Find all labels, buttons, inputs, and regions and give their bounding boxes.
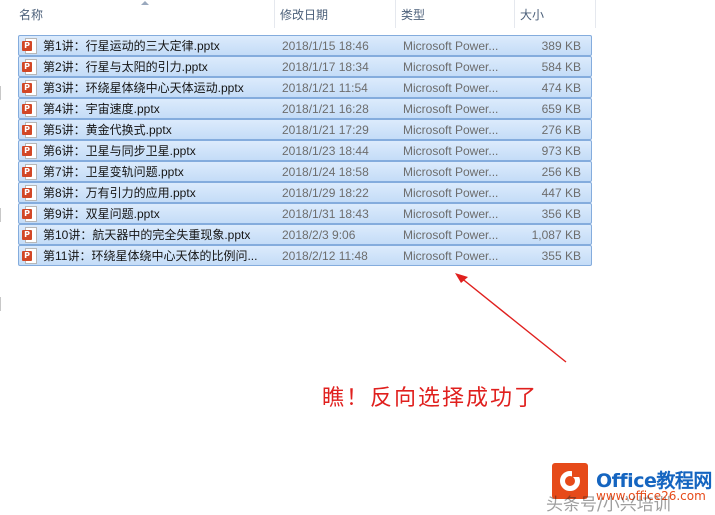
file-size: 355 KB (541, 248, 581, 263)
file-modified-date: 2018/1/21 17:29 (282, 122, 369, 137)
annotation-text: 瞧！反向选择成功了 (322, 386, 539, 411)
nav-pane-edge (0, 208, 3, 222)
file-size: 584 KB (541, 59, 581, 74)
file-type: Microsoft Power... (403, 206, 499, 221)
file-name-cell: P 第9讲：双星问题.pptx (19, 205, 277, 222)
file-name: 第11讲：环绕星体绕中心天体的比例问... (43, 249, 258, 263)
annotation-arrow-icon (455, 273, 567, 363)
column-header-row: 名称 修改日期 类型 大小 (0, 0, 600, 28)
powerpoint-file-icon: P (22, 100, 38, 117)
file-type: Microsoft Power... (403, 248, 499, 263)
file-name: 第7讲：卫星变轨问题.pptx (43, 165, 184, 179)
column-header-date[interactable]: 修改日期 (275, 0, 396, 28)
file-row[interactable]: P 第2讲：行星与太阳的引力.pptx 2018/1/17 18:34 Microso… (18, 56, 592, 77)
file-type: Microsoft Power... (403, 59, 499, 74)
file-type: Microsoft Power... (403, 101, 499, 116)
file-type: Microsoft Power... (403, 227, 499, 242)
file-modified-date: 2018/1/29 18:22 (282, 185, 369, 200)
file-name-cell: P 第1讲：行星运动的三大定律.pptx (19, 37, 277, 54)
file-size: 474 KB (541, 80, 581, 95)
file-name-cell: P 第8讲：万有引力的应用.pptx (19, 184, 277, 201)
file-name: 第9讲：双星问题.pptx (43, 207, 160, 221)
file-size: 356 KB (541, 206, 581, 221)
file-name: 第5讲：黄金代换式.pptx (43, 123, 172, 137)
file-row[interactable]: P 第5讲：黄金代换式.pptx 2018/1/21 17:29 Microsoft … (18, 119, 592, 140)
file-name-cell: P 第6讲：卫星与同步卫星.pptx (19, 142, 277, 159)
powerpoint-file-icon: P (22, 184, 38, 201)
file-modified-date: 2018/2/3 9:06 (282, 227, 356, 242)
file-row[interactable]: P 第6讲：卫星与同步卫星.pptx 2018/1/23 18:44 Microsof… (18, 140, 592, 161)
file-name-cell: P 第2讲：行星与太阳的引力.pptx (19, 58, 277, 75)
file-type: Microsoft Power... (403, 143, 499, 158)
file-modified-date: 2018/1/15 18:46 (282, 38, 369, 53)
file-size: 447 KB (541, 185, 581, 200)
powerpoint-file-icon: P (22, 247, 38, 264)
file-modified-date: 2018/1/24 18:58 (282, 164, 369, 179)
nav-pane-edge (0, 297, 3, 311)
file-row[interactable]: P 第4讲：宇宙速度.pptx 2018/1/21 16:28 Microsoft P… (18, 98, 592, 119)
file-name: 第4讲：宇宙速度.pptx (43, 102, 160, 116)
powerpoint-file-icon: P (22, 226, 38, 243)
powerpoint-file-icon: P (22, 79, 38, 96)
file-name: 第10讲：航天器中的完全失重现象.pptx (43, 228, 251, 242)
file-type: Microsoft Power... (403, 164, 499, 179)
file-modified-date: 2018/2/12 11:48 (282, 248, 368, 263)
file-modified-date: 2018/1/17 18:34 (282, 59, 369, 74)
file-modified-date: 2018/1/23 18:44 (282, 143, 369, 158)
powerpoint-file-icon: P (22, 121, 38, 138)
column-header-size[interactable]: 大小 (515, 0, 596, 28)
file-size: 389 KB (541, 38, 581, 53)
file-name-cell: P 第4讲：宇宙速度.pptx (19, 100, 277, 117)
file-list: P 第1讲：行星运动的三大定律.pptx 2018/1/15 18:46 Micros… (18, 35, 592, 266)
powerpoint-file-icon: P (22, 205, 38, 222)
sort-ascending-icon (141, 1, 149, 5)
file-row[interactable]: P 第8讲：万有引力的应用.pptx 2018/1/29 18:22 Microsof… (18, 182, 592, 203)
column-header-name[interactable]: 名称 (0, 0, 275, 28)
file-row[interactable]: P 第1讲：行星运动的三大定律.pptx 2018/1/15 18:46 Micros… (18, 35, 592, 56)
column-header-type-label: 类型 (401, 8, 426, 22)
column-header-date-label: 修改日期 (280, 8, 329, 22)
file-size: 973 KB (541, 143, 581, 158)
file-type: Microsoft Power... (403, 122, 499, 137)
file-row[interactable]: P 第9讲：双星问题.pptx 2018/1/31 18:43 Microsoft P… (18, 203, 592, 224)
file-modified-date: 2018/1/21 16:28 (282, 101, 369, 116)
powerpoint-file-icon: P (22, 163, 38, 180)
watermark-faint-text: 头条号/小兴培训 (546, 495, 671, 515)
file-size: 1,087 KB (531, 227, 581, 242)
file-name: 第1讲：行星运动的三大定律.pptx (43, 39, 220, 53)
file-explorer-window: 名称 修改日期 类型 大小 P 第1讲：行星运动的三大定律.pptx 2018/1/… (0, 0, 715, 515)
file-name-cell: P 第7讲：卫星变轨问题.pptx (19, 163, 277, 180)
file-size: 256 KB (541, 164, 581, 179)
file-type: Microsoft Power... (403, 38, 499, 53)
file-size: 276 KB (541, 122, 581, 137)
file-name: 第8讲：万有引力的应用.pptx (43, 186, 196, 200)
file-modified-date: 2018/1/21 11:54 (282, 80, 368, 95)
file-name-cell: P 第10讲：航天器中的完全失重现象.pptx (19, 226, 277, 243)
file-row[interactable]: P 第10讲：航天器中的完全失重现象.pptx 2018/2/3 9:06 Micro… (18, 224, 592, 245)
powerpoint-file-icon: P (22, 142, 38, 159)
file-name: 第2讲：行星与太阳的引力.pptx (43, 60, 208, 74)
nav-pane-edge (0, 86, 3, 100)
column-header-type[interactable]: 类型 (396, 0, 515, 28)
powerpoint-file-icon: P (22, 37, 38, 54)
file-name: 第3讲：环绕星体绕中心天体运动.pptx (43, 81, 244, 95)
file-type: Microsoft Power... (403, 80, 499, 95)
file-modified-date: 2018/1/31 18:43 (282, 206, 369, 221)
file-row[interactable]: P 第7讲：卫星变轨问题.pptx 2018/1/24 18:58 Microsoft… (18, 161, 592, 182)
file-name: 第6讲：卫星与同步卫星.pptx (43, 144, 196, 158)
file-name-cell: P 第3讲：环绕星体绕中心天体运动.pptx (19, 79, 277, 96)
powerpoint-file-icon: P (22, 58, 38, 75)
file-type: Microsoft Power... (403, 185, 499, 200)
column-header-name-label: 名称 (19, 8, 44, 22)
file-name-cell: P 第5讲：黄金代换式.pptx (19, 121, 277, 138)
file-row[interactable]: P 第11讲：环绕星体绕中心天体的比例问... 2018/2/12 11:48 Mic… (18, 245, 592, 266)
file-name-cell: P 第11讲：环绕星体绕中心天体的比例问... (19, 247, 277, 264)
column-header-size-label: 大小 (520, 8, 545, 22)
file-row[interactable]: P 第3讲：环绕星体绕中心天体运动.pptx 2018/1/21 11:54 Micr… (18, 77, 592, 98)
file-size: 659 KB (541, 101, 581, 116)
